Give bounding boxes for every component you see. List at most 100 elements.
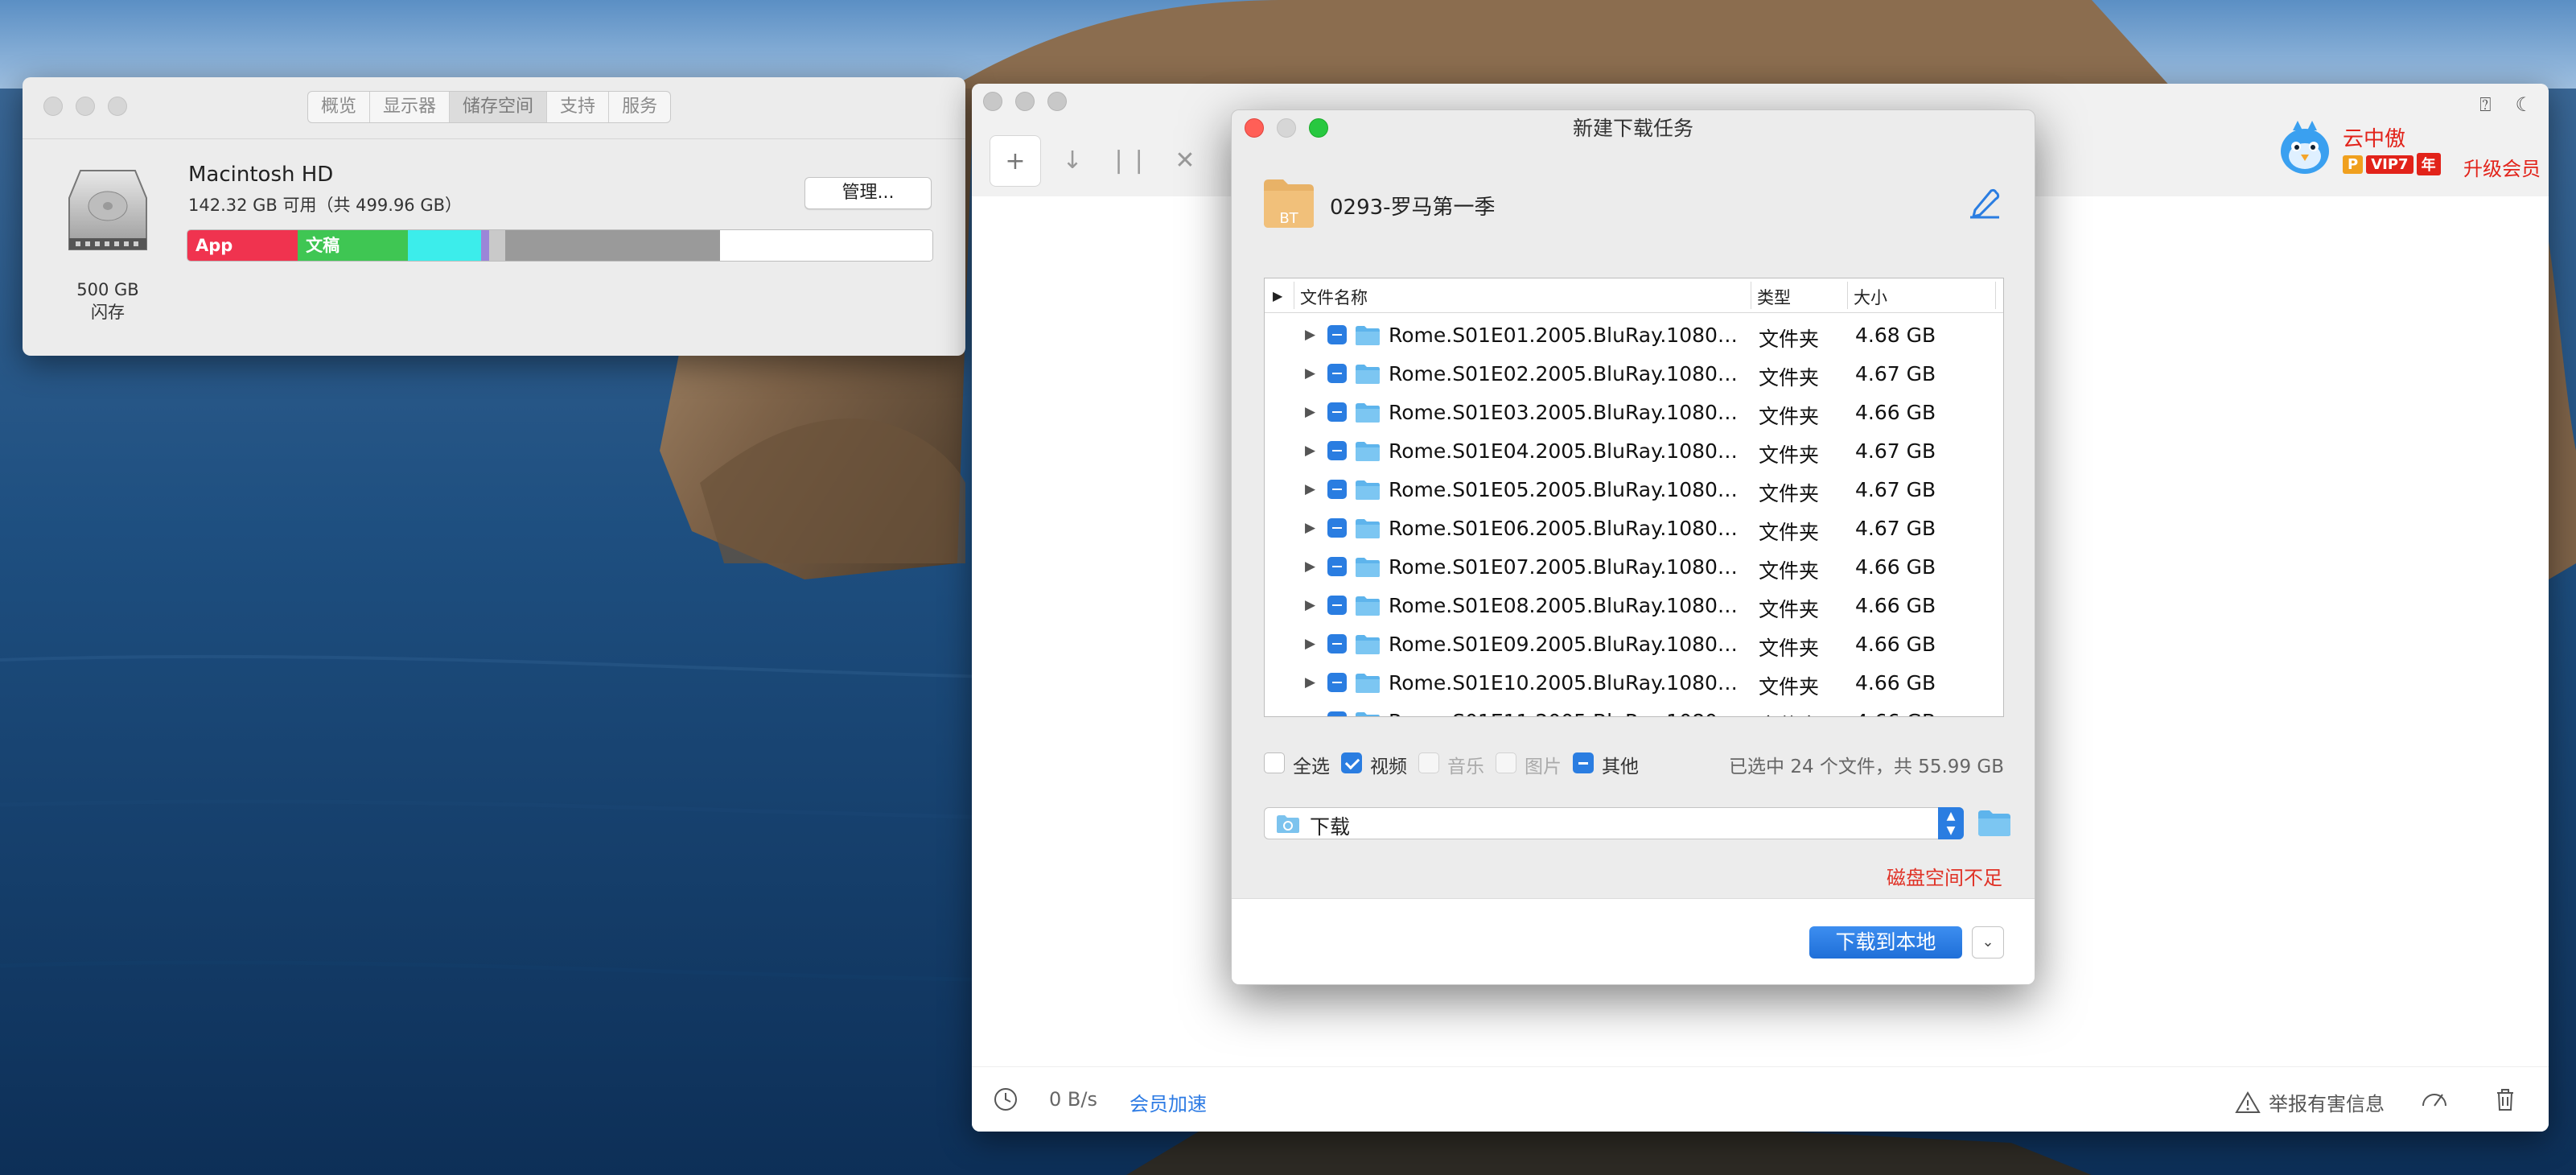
start-button[interactable]: ↓ xyxy=(1047,135,1097,185)
vip-acceleration-link[interactable]: 会员加速 xyxy=(1130,1088,1207,1116)
report-harmful-link[interactable]: 举报有害信息 xyxy=(2235,1088,2385,1116)
user-panel[interactable]: 云中傲 P VIP7 年 升级会员 xyxy=(2278,119,2544,192)
row-partial-checkbox[interactable] xyxy=(1327,596,1347,615)
select-all-label[interactable]: 全选 xyxy=(1293,751,1330,778)
storage-segment xyxy=(408,230,481,261)
expand-triangle-icon[interactable]: ▶ xyxy=(1305,327,1315,343)
expand-triangle-icon[interactable]: ▶ xyxy=(1305,636,1315,652)
other-label[interactable]: 其他 xyxy=(1602,751,1639,778)
file-row[interactable]: ▶ Rome.S01E04.2005.BluRay.1080p.x264-Ctrl… xyxy=(1265,431,2003,470)
moon-icon[interactable]: ☾ xyxy=(2515,93,2533,116)
about-this-mac-window: 概览 显示器 储存空间 支持 服务 500 GB 闪存 Macintosh HD… xyxy=(23,77,965,356)
row-partial-checkbox[interactable] xyxy=(1327,402,1347,422)
expand-triangle-icon[interactable]: ▶ xyxy=(1305,674,1315,691)
download-to-local-button[interactable]: 下载到本地 xyxy=(1809,926,1962,959)
image-label: 图片 xyxy=(1525,757,1562,777)
minimize-button[interactable] xyxy=(1015,92,1035,111)
row-partial-checkbox[interactable] xyxy=(1327,634,1347,653)
tab-displays[interactable]: 显示器 xyxy=(370,92,451,122)
tab-storage[interactable]: 储存空间 xyxy=(450,92,548,122)
other-checkbox[interactable] xyxy=(1573,752,1594,773)
column-name[interactable]: 文件名称 xyxy=(1300,285,1368,309)
upgrade-vip-link[interactable]: 升级会员 xyxy=(2463,153,2541,181)
storage-segment xyxy=(504,230,720,261)
add-task-button[interactable]: + xyxy=(990,135,1041,187)
file-row[interactable]: ▶ Rome.S01E03.2005.BluRay.1080p.x264-Ctrl… xyxy=(1265,393,2003,431)
file-row[interactable]: ▶ Rome.S01E05.2005.BluRay.1080p.x264-Ctrl… xyxy=(1265,470,2003,509)
file-row[interactable]: ▶ Rome.S01E02.2005.BluRay.1080p.x264-Ctrl… xyxy=(1265,354,2003,393)
browse-folder-icon[interactable] xyxy=(1977,809,2012,838)
pause-button[interactable]: ❘❘ xyxy=(1104,135,1154,185)
file-type: 文件夹 xyxy=(1759,637,1820,660)
expand-triangle-icon[interactable]: ▶ xyxy=(1305,520,1315,536)
file-name: Rome.S01E05.2005.BluRay.1080p.x264-CtrlH… xyxy=(1389,478,1743,501)
close-button[interactable] xyxy=(983,92,1002,111)
chevron-updown-icon[interactable]: ▲ ▼ xyxy=(1938,807,1964,839)
close-button[interactable] xyxy=(43,97,63,116)
expand-triangle-icon[interactable]: ▶ xyxy=(1305,481,1315,497)
file-row[interactable]: ▶ Rome.S01E07.2005.BluRay.1080p.x264-Ctrl… xyxy=(1265,547,2003,586)
expand-triangle-icon[interactable]: ▶ xyxy=(1305,597,1315,613)
user-name[interactable]: 云中傲 xyxy=(2343,122,2405,152)
zoom-button[interactable] xyxy=(108,97,127,116)
help-icon[interactable]: ⍰ xyxy=(2479,93,2491,116)
trash-icon[interactable] xyxy=(2491,1085,2520,1114)
expand-triangle-icon[interactable]: ▶ xyxy=(1305,559,1315,575)
download-options-button[interactable]: ⌄ xyxy=(1972,926,2004,959)
new-download-dialog: 新建下载任务 BT 0293-罗马第一季 ▶ 文件名称 类型 大小 ▶ Rome.… xyxy=(1231,109,2035,985)
row-partial-checkbox[interactable] xyxy=(1327,557,1347,576)
file-row[interactable]: ▶ Rome.S01E01.2005.BluRay.1080p.x264-Ctrl… xyxy=(1265,315,2003,354)
file-row[interactable]: ▶ Rome.S01E10.2005.BluRay.1080p.x264-Ctrl… xyxy=(1265,663,2003,702)
row-partial-checkbox[interactable] xyxy=(1327,441,1347,460)
minimize-button[interactable] xyxy=(76,97,95,116)
dialog-footer: 下载到本地 ⌄ xyxy=(1232,898,2035,984)
chevron-down-icon: ⌄ xyxy=(1981,934,1994,950)
save-path-select[interactable]: 下载 ▲ ▼ xyxy=(1264,807,1964,839)
selection-summary: 已选中 24 个文件，共 55.99 GB xyxy=(1729,757,2004,777)
tab-service[interactable]: 服务 xyxy=(609,92,670,122)
file-size: 4.67 GB xyxy=(1855,439,1936,463)
manage-button[interactable]: 管理... xyxy=(804,177,932,209)
file-row[interactable]: ▶ Rome.S01E08.2005.BluRay.1080p.x264-Ctrl… xyxy=(1265,586,2003,625)
row-partial-checkbox[interactable] xyxy=(1327,711,1347,716)
disk-name: Macintosh HD xyxy=(188,163,334,187)
folder-icon xyxy=(1356,519,1380,538)
delete-task-button[interactable]: ✕ xyxy=(1160,135,1210,185)
file-size: 4.66 GB xyxy=(1855,555,1936,579)
row-partial-checkbox[interactable] xyxy=(1327,480,1347,499)
tab-support[interactable]: 支持 xyxy=(547,92,610,122)
video-label[interactable]: 视频 xyxy=(1370,751,1407,778)
download-arrow-icon: ↓ xyxy=(1062,146,1083,175)
bt-torrent-icon: BT xyxy=(1264,179,1314,228)
row-partial-checkbox[interactable] xyxy=(1327,364,1347,383)
expand-triangle-icon[interactable]: ▶ xyxy=(1305,713,1315,716)
expand-all-toggle[interactable]: ▶ xyxy=(1273,288,1282,303)
speed-meter-icon[interactable] xyxy=(2420,1085,2449,1114)
row-partial-checkbox[interactable] xyxy=(1327,518,1347,538)
expand-triangle-icon[interactable]: ▶ xyxy=(1305,404,1315,420)
file-tree: ▶ 文件名称 类型 大小 ▶ Rome.S01E01.2005.BluRay.10… xyxy=(1264,278,2004,717)
file-row[interactable]: ▶ Rome.S01E06.2005.BluRay.1080p.x264-Ctrl… xyxy=(1265,509,2003,547)
file-name: Rome.S01E01.2005.BluRay.1080p.x264-CtrlH… xyxy=(1389,324,1743,347)
bt-label: BT xyxy=(1279,210,1298,227)
edit-pen-icon[interactable] xyxy=(1967,184,2002,220)
expand-triangle-icon[interactable]: ▶ xyxy=(1305,365,1315,381)
select-all-checkbox[interactable] xyxy=(1264,752,1285,773)
about-window-controls xyxy=(43,97,127,116)
file-row[interactable]: ▶ Rome.S01E09.2005.BluRay.1080p.x264-Ctrl… xyxy=(1265,625,2003,663)
save-path-value: 下载 xyxy=(1310,815,1351,839)
row-partial-checkbox[interactable] xyxy=(1327,673,1347,692)
tab-overview[interactable]: 概览 xyxy=(308,92,371,122)
video-checkbox[interactable] xyxy=(1341,752,1362,773)
column-size[interactable]: 大小 xyxy=(1854,285,1887,309)
avatar[interactable] xyxy=(2278,119,2331,175)
row-partial-checkbox[interactable] xyxy=(1327,325,1347,344)
clock-icon[interactable] xyxy=(993,1086,1018,1112)
file-row[interactable]: ▶ Rome.S01E11.2005.BluRay.1080p.x264-Ctrl… xyxy=(1265,702,2003,716)
file-name: Rome.S01E08.2005.BluRay.1080p.x264-CtrlH… xyxy=(1389,594,1743,617)
zoom-button[interactable] xyxy=(1047,92,1067,111)
column-type[interactable]: 类型 xyxy=(1757,285,1791,309)
file-type: 文件夹 xyxy=(1759,559,1820,583)
expand-triangle-icon[interactable]: ▶ xyxy=(1305,443,1315,459)
task-toolbar: + ↓ ❘❘ ✕ xyxy=(990,135,1210,187)
